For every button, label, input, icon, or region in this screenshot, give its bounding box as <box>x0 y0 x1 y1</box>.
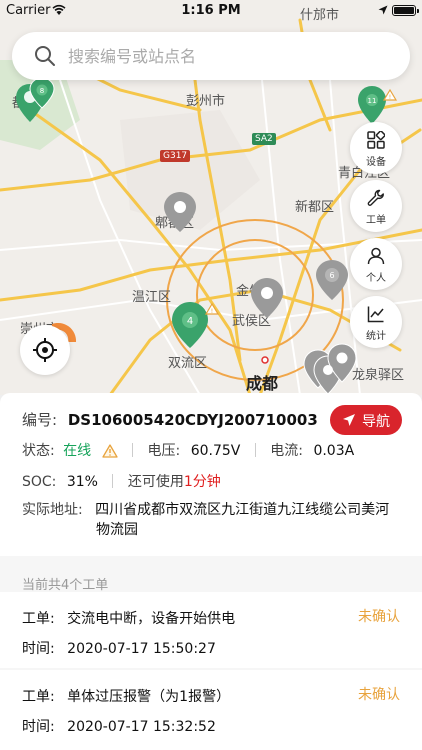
address-label: 实际地址: <box>22 502 83 518</box>
work-order-label: 工单: <box>22 689 55 705</box>
work-order-item[interactable]: 工单: 单体过压报警（为1报警） 未确认 时间: 2020-07-17 15:3… <box>0 670 422 750</box>
current-label: 电流: <box>270 443 303 459</box>
work-order-value: 交流电中断，设备开始供电 <box>67 611 236 627</box>
map-label-xindu: 新都区 <box>295 200 335 215</box>
work-order-time-row: 时间: 2020-07-17 15:32:52 <box>22 716 216 736</box>
station-pin-gray[interactable] <box>251 278 283 322</box>
station-soc-row: SOC: 31% 还可使用1分钟 <box>22 471 221 491</box>
address-line1: 四川省成都市双流区九江街道九江线缆公司美河 <box>95 502 390 518</box>
station-address-row-2: 物流园 <box>96 519 138 539</box>
device-button-label: 设备 <box>366 157 386 168</box>
locate-me-button[interactable] <box>20 325 70 375</box>
pin-count: 11 <box>368 97 377 105</box>
station-id-label: 编号: <box>22 411 58 429</box>
warning-icon <box>101 444 118 458</box>
work-order-status: 未确认 <box>358 609 400 625</box>
station-address-row: 实际地址: 四川省成都市双流区九江街道九江线缆公司美河 <box>22 499 389 519</box>
work-order-time-label: 时间: <box>22 719 55 735</box>
station-status-row: 状态: 在线 电压: 60.75V 电流: 0.03A <box>22 440 354 460</box>
state-value: 在线 <box>63 443 92 459</box>
map-label-chengdu: 成都 <box>246 374 279 393</box>
map-label-shuangliu: 双流区 <box>168 356 208 371</box>
map-label-pengzhou: 彭州市 <box>186 94 226 109</box>
voltage-value: 60.75V <box>190 443 241 459</box>
station-pin-cluster[interactable] <box>300 342 360 395</box>
user-icon <box>367 247 385 265</box>
battery-icon <box>392 5 419 16</box>
navigate-button[interactable]: 导航 <box>330 405 402 435</box>
search-icon <box>35 46 55 66</box>
wrench-icon <box>367 189 384 206</box>
state-label: 状态: <box>22 443 55 459</box>
work-order-value: 单体过压报警（为1报警） <box>67 689 231 705</box>
work-order-item[interactable]: 工单: 交流电中断，设备开始供电 未确认 时间: 2020-07-17 15:5… <box>0 592 422 668</box>
svg-text:!: ! <box>389 94 391 101</box>
svg-text:!: ! <box>211 308 213 315</box>
station-info-card: 编号: DS106005420CDYJ200710003 导航 状态: 在线 电… <box>0 393 422 556</box>
personal-button-label: 个人 <box>366 273 386 284</box>
station-pin-gray[interactable] <box>164 192 196 236</box>
work-order-label: 工单: <box>22 611 55 627</box>
work-order-time-value: 2020-07-17 15:32:52 <box>67 719 216 735</box>
station-pin-selected[interactable]: 4 ! <box>172 300 220 354</box>
work-order-time-label: 时间: <box>22 641 55 657</box>
work-order-title-row: 工单: 交流电中断，设备开始供电 <box>22 608 235 628</box>
device-grid-icon <box>367 131 385 149</box>
current-value: 0.03A <box>313 443 355 459</box>
stats-button[interactable]: 统计 <box>350 296 402 348</box>
device-button[interactable]: 设备 <box>350 122 402 174</box>
pin-count: 4 <box>187 316 193 327</box>
navigation-arrow-icon <box>343 414 355 426</box>
map-label-wenjiang: 温江区 <box>132 290 172 305</box>
work-order-list: 当前共4个工单 工单: 交流电中断，设备开始供电 未确认 时间: 2020-07… <box>0 556 422 750</box>
work-order-status: 未确认 <box>358 687 400 703</box>
remaining-label: 还可使用 <box>127 474 184 490</box>
station-id-row: 编号: DS106005420CDYJ200710003 <box>22 409 318 430</box>
pin-count: 8 <box>40 87 44 95</box>
voltage-label: 电压: <box>147 443 181 459</box>
road-badge-sa2: SA2 <box>252 133 276 145</box>
chart-icon <box>367 306 384 323</box>
soc-label: SOC: <box>22 474 57 490</box>
workorder-button-label: 工单 <box>366 215 386 226</box>
address-line2: 物流园 <box>96 522 138 538</box>
divider <box>254 443 256 457</box>
search-bar[interactable] <box>12 32 410 80</box>
soc-value: 31% <box>66 474 98 490</box>
work-order-time-row: 时间: 2020-07-17 15:50:27 <box>22 638 216 658</box>
personal-button[interactable]: 个人 <box>350 238 402 290</box>
station-id-value: DS106005420CDYJ200710003 <box>67 411 318 429</box>
remaining-value: 1分钟 <box>183 474 221 490</box>
workorder-button[interactable]: 工单 <box>350 180 402 232</box>
road-badge-g317: G317 <box>160 150 191 162</box>
work-order-title-row: 工单: 单体过压报警（为1报警） <box>22 686 230 706</box>
search-input[interactable] <box>68 44 388 68</box>
status-bar: Carrier 1:16 PM <box>0 0 422 22</box>
divider <box>112 474 114 488</box>
navigate-button-label: 导航 <box>362 414 390 430</box>
work-order-count: 当前共4个工单 <box>22 578 109 593</box>
pin-count: 6 <box>329 271 334 280</box>
city-center-marker <box>261 356 269 364</box>
station-pin-gray[interactable]: 6 <box>316 260 348 304</box>
work-order-time-value: 2020-07-17 15:50:27 <box>67 641 216 657</box>
clock: 1:16 PM <box>181 3 241 18</box>
crosshair-icon <box>33 338 57 362</box>
station-pin-green[interactable]: 8 <box>16 77 60 132</box>
location-arrow-icon <box>378 5 388 15</box>
divider <box>132 443 134 457</box>
stats-button-label: 统计 <box>366 331 386 342</box>
